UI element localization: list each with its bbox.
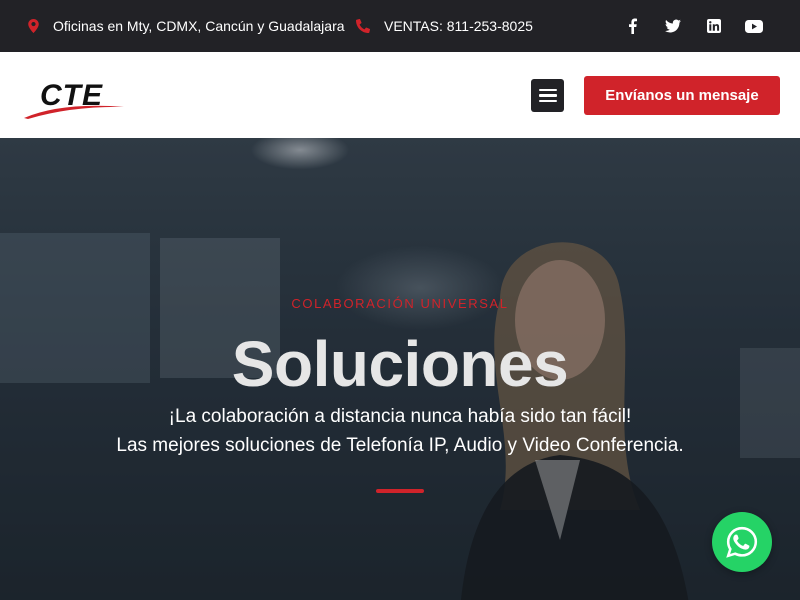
phone-info[interactable]: VENTAS: 811-253-8025 <box>356 0 533 52</box>
hero-subtitle-1: ¡La colaboración a distancia nunca había… <box>168 406 632 427</box>
twitter-icon <box>665 19 681 33</box>
linkedin-icon <box>707 19 721 33</box>
hero-section: COLABORACIÓN UNIVERSAL Soluciones ¡La co… <box>0 138 800 600</box>
menu-toggle-button[interactable] <box>531 79 564 112</box>
cte-logo[interactable]: CTE <box>22 74 126 120</box>
hero-subtitle-2: Las mejores soluciones de Telefonía IP, … <box>116 435 684 456</box>
location-text: Oficinas en Mty, CDMX, Cancún y Guadalaj… <box>53 18 345 34</box>
twitter-link[interactable] <box>663 0 683 52</box>
phone-text: VENTAS: 811-253-8025 <box>384 18 533 34</box>
map-marker-icon <box>28 19 39 33</box>
phone-icon <box>356 19 370 33</box>
linkedin-link[interactable] <box>704 0 724 52</box>
top-bar: Oficinas en Mty, CDMX, Cancún y Guadalaj… <box>0 0 800 52</box>
facebook-icon <box>628 18 637 34</box>
whatsapp-button[interactable] <box>712 512 772 572</box>
facebook-link[interactable] <box>622 0 642 52</box>
send-message-button[interactable]: Envíanos un mensaje <box>584 76 780 115</box>
hero-eyebrow: COLABORACIÓN UNIVERSAL <box>291 296 509 311</box>
youtube-icon <box>745 19 763 33</box>
location-info: Oficinas en Mty, CDMX, Cancún y Guadalaj… <box>28 0 345 52</box>
youtube-link[interactable] <box>744 0 764 52</box>
menu-icon <box>538 88 557 92</box>
hero-divider <box>376 489 424 493</box>
whatsapp-icon <box>726 526 758 558</box>
hero-title: Soluciones <box>231 328 569 400</box>
